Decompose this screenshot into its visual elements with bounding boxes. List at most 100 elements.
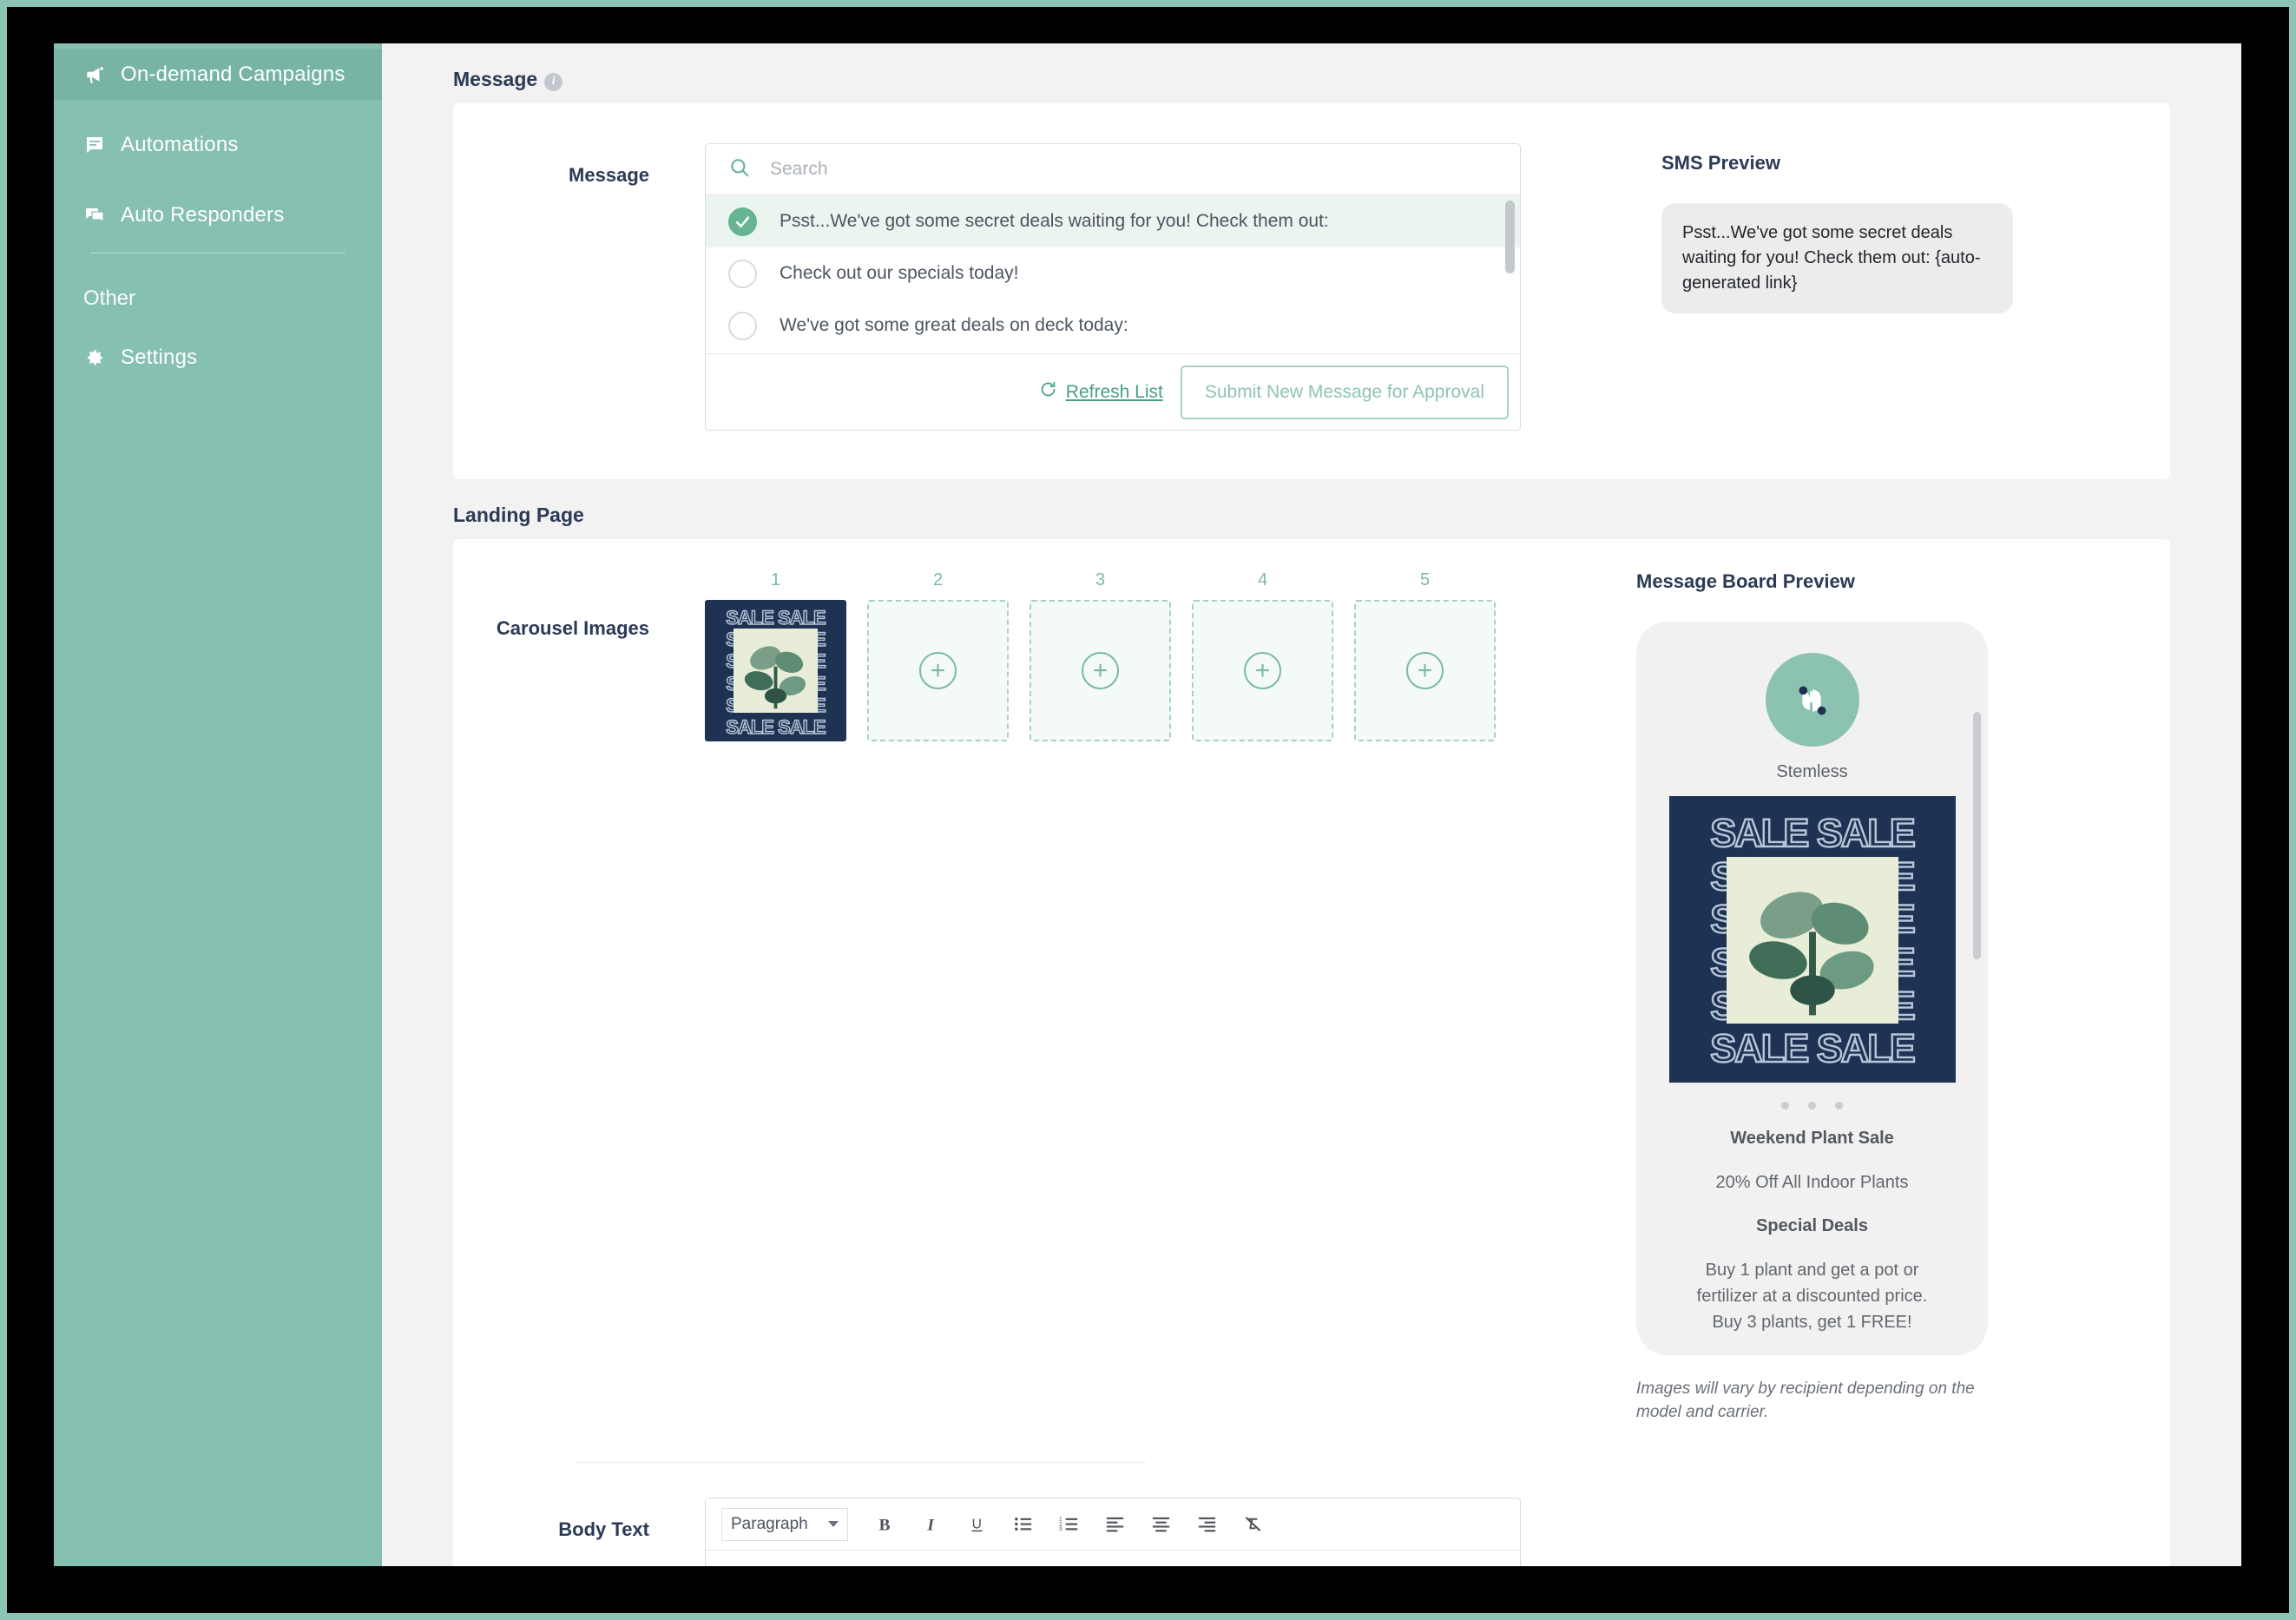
plus-icon: + <box>919 652 957 689</box>
body-text-row: Body Text Paragraph B I U 1 2 3 <box>453 1498 2170 1566</box>
plus-icon: + <box>1406 652 1444 689</box>
sidebar-item-label: Settings <box>121 345 198 369</box>
carousel-slot-5: 5 + <box>1354 570 1496 1424</box>
message-selector: Search Psst...We've got some secret deal… <box>705 143 1521 431</box>
align-center-icon[interactable] <box>1138 1506 1184 1543</box>
underline-icon[interactable]: U <box>954 1506 1000 1543</box>
message-section-title: Message i <box>453 43 2241 103</box>
phone-line-2c: Buy 3 plants, get 1 FREE! <box>1712 1313 1912 1332</box>
carousel-images-label: Carousel Images <box>496 617 649 639</box>
bullet-list-icon[interactable] <box>1000 1506 1046 1543</box>
carousel-add-image-3[interactable]: + <box>1030 600 1171 741</box>
message-selector-footer: Refresh List Submit New Message for Appr… <box>706 353 1520 430</box>
carousel-slot-1: 1 SALE SALE SALE SALE SALE SALE SALE SAL… <box>705 570 846 1424</box>
clear-formatting-icon[interactable] <box>1230 1506 1276 1543</box>
carousel-image-thumbnail[interactable]: SALE SALE SALE SALE SALE SALE SALE SALE … <box>705 600 846 741</box>
phone-preview-scrollbar[interactable] <box>1973 712 1981 959</box>
message-option-1[interactable]: Check out our specials today! <box>706 247 1520 300</box>
svg-text:B: B <box>878 1516 890 1534</box>
radio-icon <box>728 259 757 288</box>
message-board-preview-panel: Message Board Preview Stemless SALE SALE… <box>1636 570 1988 1424</box>
phone-line-2a: Buy 1 plant and get a pot or <box>1705 1261 1919 1280</box>
align-left-icon[interactable] <box>1092 1506 1138 1543</box>
sms-preview-panel: SMS Preview Psst...We've got some secret… <box>1661 143 2013 431</box>
sale-line: SALE SALE <box>726 716 827 739</box>
carousel-slot-3: 3 + <box>1030 570 1171 1424</box>
phone-body-text: Weekend Plant Sale 20% Off All Indoor Pl… <box>1636 1110 1988 1335</box>
sale-line: SALE SALE <box>1709 1026 1917 1071</box>
sidebar-item-on-demand-campaigns[interactable]: On-demand Campaigns <box>54 49 382 100</box>
sidebar-item-auto-responders[interactable]: Auto Responders <box>54 189 382 240</box>
numbered-list-icon[interactable]: 1 2 3 <box>1046 1506 1092 1543</box>
messages-icon <box>83 204 106 227</box>
message-option-label: We've got some great deals on deck today… <box>780 315 1128 335</box>
sidebar-item-label: Auto Responders <box>121 202 285 227</box>
carousel-dot <box>1835 1102 1843 1110</box>
refresh-list-button[interactable]: Refresh List <box>1039 380 1163 404</box>
sidebar-item-label: Automations <box>121 132 239 156</box>
phone-heading-1: Weekend Plant Sale <box>1730 1129 1894 1148</box>
radio-icon <box>728 311 757 340</box>
sidebar-item-automations[interactable]: Automations <box>54 119 382 170</box>
info-icon[interactable]: i <box>544 72 563 91</box>
sale-line: SALE SALE <box>1709 810 1917 855</box>
section-title-text: Message <box>453 68 538 90</box>
message-field-label: Message <box>569 164 649 186</box>
main-content: Message i Message Search Psst...We've go… <box>382 43 2241 1566</box>
phone-heading-2: Special Deals <box>1756 1216 1868 1235</box>
message-option-label: Check out our specials today! <box>780 263 1019 283</box>
message-option-2[interactable]: We've got some great deals on deck today… <box>706 300 1520 352</box>
carousel-slot-number: 4 <box>1257 570 1268 589</box>
carousel-slots: 1 SALE SALE SALE SALE SALE SALE SALE SAL… <box>705 570 1496 1424</box>
block-format-value: Paragraph <box>731 1514 808 1533</box>
submit-new-message-button[interactable]: Submit New Message for Approval <box>1180 365 1509 419</box>
carousel-add-image-4[interactable]: + <box>1192 600 1333 741</box>
sale-line: SALE SALE <box>726 606 827 629</box>
svg-text:I: I <box>926 1516 935 1534</box>
gear-icon <box>83 346 106 369</box>
editor-content[interactable]: Weekend Plant Sale 20% Off All Indoor Pl… <box>706 1551 1520 1566</box>
sidebar: On-demand Campaigns Automations Auto Res… <box>54 43 382 1566</box>
plus-icon: + <box>1082 652 1119 689</box>
align-right-icon[interactable] <box>1184 1506 1230 1543</box>
carousel-slot-number: 3 <box>1095 570 1106 589</box>
app-window: On-demand Campaigns Automations Auto Res… <box>54 43 2241 1566</box>
plus-icon: + <box>1244 652 1281 689</box>
svg-text:3: 3 <box>1059 1526 1062 1532</box>
sidebar-item-settings[interactable]: Settings <box>54 332 382 383</box>
sidebar-section-other: Other <box>83 286 136 310</box>
brand-name: Stemless <box>1776 762 1848 781</box>
message-square-icon <box>83 134 106 156</box>
phone-line-2b: fertilizer at a discounted price. <box>1696 1287 1928 1306</box>
phone-hero-image: SALE SALE SALE SALE SALE SALE SALE SALE … <box>1668 796 1956 1083</box>
editor-toolbar: Paragraph B I U 1 2 3 <box>706 1498 1520 1551</box>
sms-preview-title: SMS Preview <box>1661 152 1780 174</box>
message-option-0[interactable]: Psst...We've got some secret deals waiti… <box>706 195 1520 247</box>
megaphone-icon <box>83 63 106 86</box>
bold-icon[interactable]: B <box>862 1506 908 1543</box>
radio-selected-icon <box>728 207 757 236</box>
svg-text:U: U <box>971 1517 981 1531</box>
landing-page-card: Carousel Images 1 SALE SALE SALE SALE SA… <box>453 539 2170 1566</box>
carousel-dots[interactable] <box>1636 1102 1988 1110</box>
carousel-row: Carousel Images 1 SALE SALE SALE SALE SA… <box>453 570 2170 1424</box>
message-option-list: Psst...We've got some secret deals waiti… <box>706 195 1520 353</box>
message-card: Message Search Psst...We've got some sec… <box>453 103 2170 479</box>
screen-frame: On-demand Campaigns Automations Auto Res… <box>0 0 2296 1620</box>
landing-page-section-title: Landing Page <box>453 504 584 526</box>
search-input[interactable]: Search <box>770 159 828 180</box>
body-text-label: Body Text <box>558 1518 649 1541</box>
sms-preview-bubble: Psst...We've got some secret deals waiti… <box>1661 203 2013 313</box>
carousel-dot <box>1808 1102 1816 1110</box>
message-list-scrollbar[interactable] <box>1505 201 1515 273</box>
carousel-add-image-2[interactable]: + <box>867 600 1009 741</box>
block-format-select[interactable]: Paragraph <box>721 1507 848 1541</box>
carousel-add-image-5[interactable]: + <box>1354 600 1496 741</box>
phone-line-1: 20% Off All Indoor Plants <box>1715 1173 1909 1192</box>
search-row[interactable]: Search <box>706 144 1520 195</box>
italic-icon[interactable]: I <box>908 1506 954 1543</box>
rich-text-editor: Paragraph B I U 1 2 3 <box>705 1498 1521 1566</box>
section-divider <box>576 1462 1146 1464</box>
